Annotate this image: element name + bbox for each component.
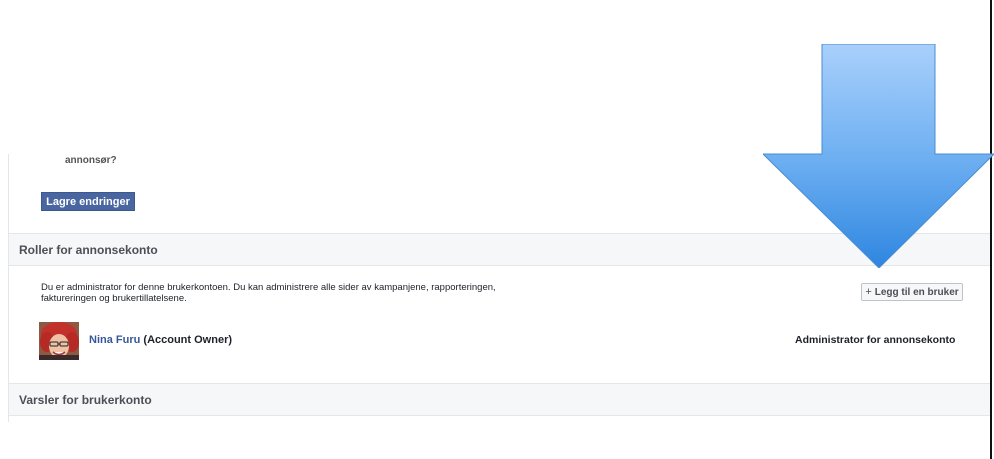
user-name-link[interactable]: Nina Furu: [89, 334, 140, 346]
user-role-label: Administrator for annonsekonto: [795, 334, 956, 346]
roles-section-title: Roller for annonsekonto: [19, 242, 158, 257]
add-user-button[interactable]: + Legg til en bruker: [861, 283, 963, 301]
account-owner-entry: Nina Furu (Account Owner): [89, 334, 232, 346]
screenshot-stage: annonsør? Lagre endringer Roller for ann…: [0, 0, 994, 459]
question-text: annonsør?: [65, 155, 117, 166]
save-changes-button[interactable]: Lagre endringer: [41, 192, 135, 211]
alerts-section-header: Varsler for brukerkonto: [9, 383, 991, 416]
owner-suffix: (Account Owner): [143, 334, 233, 346]
plus-icon: +: [865, 286, 872, 298]
add-user-label: Legg til en bruker: [874, 286, 959, 298]
roles-description: Du er administrator for denne brukerkont…: [41, 282, 496, 304]
alerts-section-title: Varsler for brukerkonto: [19, 392, 152, 407]
avatar[interactable]: [39, 322, 79, 360]
down-arrow-icon: [763, 44, 994, 268]
